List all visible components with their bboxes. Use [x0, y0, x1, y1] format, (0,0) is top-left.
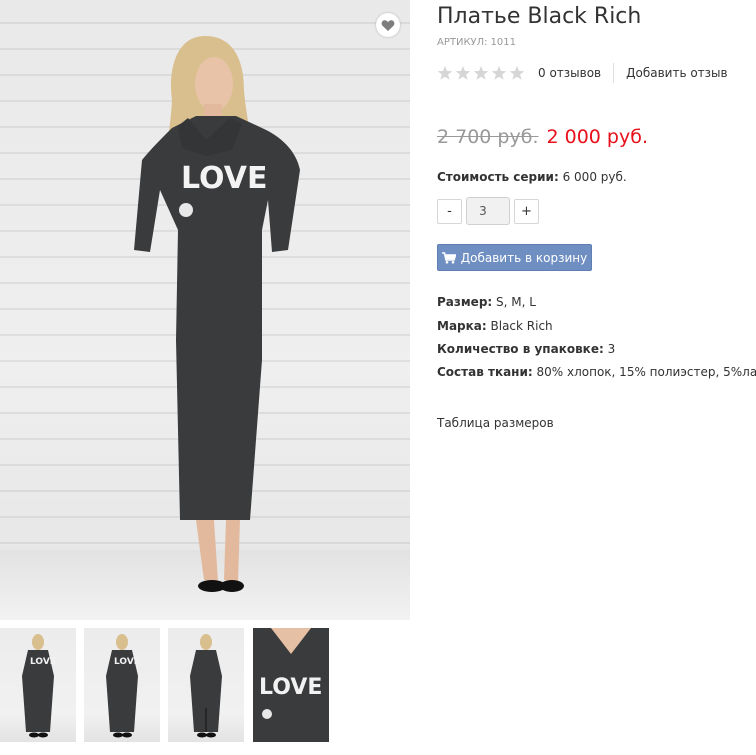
product-main-image[interactable]: LOVE — [0, 0, 410, 620]
spec-value: Black Rich — [490, 319, 553, 333]
spec-value: 3 — [607, 342, 616, 356]
svg-text:LOVE: LOVE — [114, 657, 140, 667]
add-to-cart-label: Добавить в корзину — [460, 250, 588, 265]
quantity-decrease-button[interactable]: - — [437, 198, 462, 224]
svg-text:LOVE: LOVE — [30, 657, 56, 667]
spec-label: Состав ткани: — [437, 365, 533, 379]
svg-text:LOVE: LOVE — [259, 675, 322, 700]
thumbnail-1[interactable]: LOVE — [0, 628, 76, 742]
thumbnail-image: LOVE — [253, 628, 329, 742]
thumbnail-image: LOVE — [106, 634, 140, 738]
star-icon[interactable] — [437, 65, 453, 81]
thumbnail-image: LOVE — [22, 634, 56, 738]
heart-icon — [381, 19, 395, 31]
spec-pack-quantity: Количество в упаковке: 3 — [437, 342, 615, 356]
rating-stars[interactable] — [437, 65, 525, 81]
star-icon[interactable] — [455, 65, 471, 81]
dress-love-print: LOVE — [181, 161, 267, 196]
series-cost: Стоимость серии: 6 000 руб. — [437, 170, 627, 184]
product-title: Платье Black Rich — [437, 4, 642, 29]
sku-label: АРТИКУЛ: — [437, 37, 488, 48]
quantity-increase-button[interactable]: + — [514, 198, 539, 224]
spec-label: Количество в упаковке: — [437, 342, 604, 356]
star-icon[interactable] — [491, 65, 507, 81]
cart-icon — [441, 251, 456, 264]
favorite-button[interactable] — [376, 13, 400, 37]
thumbnail-3[interactable] — [168, 628, 244, 742]
series-cost-value: 6 000 руб. — [562, 170, 627, 184]
star-icon[interactable] — [509, 65, 525, 81]
quantity-stepper: - + — [437, 197, 539, 225]
thumbnail-strip: LOVE LOVE LOVE — [0, 628, 410, 742]
reviews-count-link[interactable]: 0 отзывов — [538, 66, 601, 80]
star-icon[interactable] — [473, 65, 489, 81]
spec-label: Марка: — [437, 319, 487, 333]
sku-value: 1011 — [490, 37, 516, 48]
spec-value: S, M, L — [496, 295, 536, 309]
add-to-cart-button[interactable]: Добавить в корзину — [437, 244, 592, 271]
price: 2 700 руб. 2 000 руб. — [437, 126, 648, 148]
spec-label: Размер: — [437, 295, 493, 309]
add-review-link[interactable]: Добавить отзыв — [626, 66, 727, 80]
thumbnail-image — [190, 634, 222, 738]
thumbnail-2[interactable]: LOVE — [84, 628, 160, 742]
quantity-input[interactable] — [466, 197, 510, 225]
divider — [613, 63, 615, 83]
spec-brand: Марка: Black Rich — [437, 319, 553, 333]
thumbnail-4[interactable]: LOVE — [253, 628, 329, 742]
model-photo: LOVE — [134, 36, 300, 592]
rating-row: 0 отзывов Добавить отзыв — [437, 62, 728, 84]
current-price: 2 000 руб. — [546, 126, 649, 148]
series-cost-label: Стоимость серии: — [437, 170, 559, 184]
spec-value: 80% хлопок, 15% полиэстер, 5%лайкра — [536, 365, 756, 379]
sku: АРТИКУЛ: 1011 — [437, 37, 516, 48]
spec-size: Размер: S, M, L — [437, 295, 536, 309]
old-price: 2 700 руб. — [437, 126, 539, 148]
spec-fabric: Состав ткани: 80% хлопок, 15% полиэстер,… — [437, 365, 756, 379]
size-table-link[interactable]: Таблица размеров — [437, 416, 554, 430]
